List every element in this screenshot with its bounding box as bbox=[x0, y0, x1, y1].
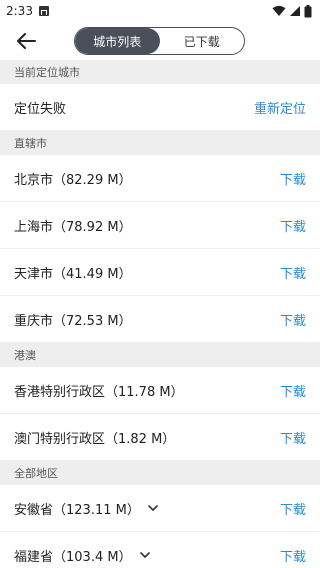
arrow-left-icon bbox=[17, 33, 36, 49]
chevron-down-icon[interactable] bbox=[148, 504, 158, 512]
tab-switcher: 城市列表 已下载 bbox=[74, 27, 245, 55]
current-location-row: 定位失败 重新定位 bbox=[0, 84, 320, 131]
status-time: 2:33 bbox=[6, 4, 33, 18]
status-right bbox=[272, 4, 312, 18]
section-header-current: 当前定位城市 bbox=[0, 60, 320, 84]
city-row-tianjin[interactable]: 天津市（41.49 M） 下载 bbox=[0, 249, 320, 296]
status-left: 2:33 bbox=[6, 4, 49, 18]
city-row-beijing[interactable]: 北京市（82.29 M） 下载 bbox=[0, 155, 320, 202]
download-button[interactable]: 下载 bbox=[280, 263, 306, 282]
province-row-fujian[interactable]: 福建省（103.4 M） 下载 bbox=[0, 532, 320, 568]
province-label: 安徽省（123.11 M） bbox=[14, 502, 140, 518]
section-header-municipalities: 直辖市 bbox=[0, 131, 320, 155]
download-button[interactable]: 下载 bbox=[280, 310, 306, 329]
wifi-icon bbox=[272, 5, 286, 16]
city-row-macau[interactable]: 澳门特别行政区（1.82 M） 下载 bbox=[0, 414, 320, 461]
header: 城市列表 已下载 bbox=[0, 22, 320, 60]
battery-icon bbox=[304, 4, 312, 17]
notification-icon bbox=[38, 6, 49, 16]
city-label: 北京市（82.29 M） bbox=[14, 172, 132, 188]
relocate-button[interactable]: 重新定位 bbox=[254, 98, 306, 117]
signal-icon bbox=[290, 6, 300, 16]
tab-city-list[interactable]: 城市列表 bbox=[75, 28, 160, 54]
city-row-chongqing[interactable]: 重庆市（72.53 M） 下载 bbox=[0, 296, 320, 343]
province-left: 安徽省（123.11 M） bbox=[14, 499, 158, 518]
back-button[interactable] bbox=[6, 22, 46, 60]
city-row-hongkong[interactable]: 香港特别行政区（11.78 M） 下载 bbox=[0, 367, 320, 414]
city-label: 天津市（41.49 M） bbox=[14, 266, 132, 282]
city-label: 澳门特别行政区（1.82 M） bbox=[14, 431, 176, 447]
download-button[interactable]: 下载 bbox=[280, 428, 306, 447]
city-row-shanghai[interactable]: 上海市（78.92 M） 下载 bbox=[0, 202, 320, 249]
download-button[interactable]: 下载 bbox=[280, 381, 306, 400]
tab-downloaded[interactable]: 已下载 bbox=[160, 28, 245, 54]
section-header-all: 全部地区 bbox=[0, 461, 320, 485]
location-status: 定位失败 bbox=[14, 101, 67, 117]
chevron-down-icon[interactable] bbox=[139, 551, 150, 559]
province-left: 福建省（103.4 M） bbox=[14, 546, 150, 565]
city-label: 香港特别行政区（11.78 M） bbox=[14, 384, 184, 400]
section-header-hkmo: 港澳 bbox=[0, 343, 320, 367]
province-row-anhui[interactable]: 安徽省（123.11 M） 下载 bbox=[0, 485, 320, 532]
download-button[interactable]: 下载 bbox=[280, 546, 306, 565]
city-label: 上海市（78.92 M） bbox=[14, 219, 132, 235]
download-button[interactable]: 下载 bbox=[280, 499, 306, 518]
download-button[interactable]: 下载 bbox=[280, 169, 306, 188]
province-label: 福建省（103.4 M） bbox=[14, 549, 132, 565]
download-button[interactable]: 下载 bbox=[280, 216, 306, 235]
status-bar: 2:33 bbox=[0, 0, 320, 22]
city-label: 重庆市（72.53 M） bbox=[14, 313, 132, 329]
